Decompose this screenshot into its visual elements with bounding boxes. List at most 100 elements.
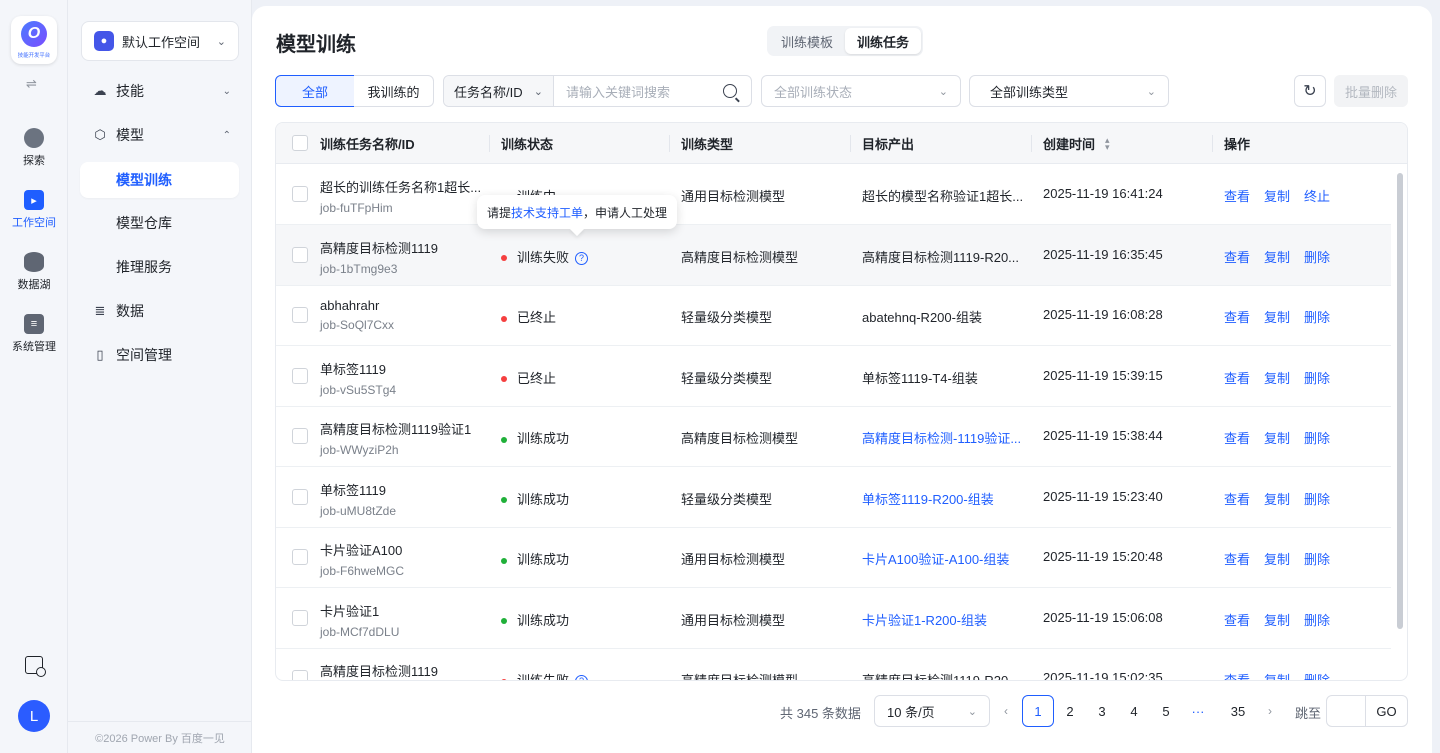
sidebar-item-model[interactable]: ⬡ 模型 ⌃ bbox=[80, 117, 239, 153]
task-name[interactable]: 单标签1119 bbox=[320, 480, 396, 499]
sidebar-item-skill[interactable]: ☁ 技能 ⌄ bbox=[80, 73, 239, 109]
bulk-delete-button[interactable]: 批量删除 bbox=[1334, 75, 1408, 107]
tab-training-task[interactable]: 训练任务 bbox=[845, 28, 922, 54]
view-action[interactable]: 查看 bbox=[1224, 492, 1250, 507]
delete-action[interactable]: 删除 bbox=[1304, 431, 1330, 446]
view-action[interactable]: 查看 bbox=[1224, 552, 1250, 567]
support-ticket-link[interactable]: 技术支持工单 bbox=[511, 204, 583, 221]
tab-training-template[interactable]: 训练模板 bbox=[769, 28, 845, 54]
delete-action[interactable]: 删除 bbox=[1304, 552, 1330, 567]
task-name[interactable]: 超长的训练任务名称1超长... bbox=[320, 177, 481, 196]
row-checkbox[interactable] bbox=[292, 670, 308, 680]
task-name[interactable]: 高精度目标检测1119 bbox=[320, 661, 438, 680]
task-name[interactable]: abhahrahr bbox=[320, 298, 394, 313]
task-name[interactable]: 单标签1119 bbox=[320, 359, 396, 378]
table-row: 高精度目标检测1119 job-1bTmg9e3 训练失败? 高精度目标检测模型 高精度… bbox=[276, 224, 1391, 286]
copy-action[interactable]: 复制 bbox=[1264, 673, 1290, 680]
col-created[interactable]: 创建时间 ▴ ▾ bbox=[1031, 123, 1212, 164]
row-checkbox[interactable] bbox=[292, 428, 308, 444]
output-cell[interactable]: 单标签1119-R200-组装 bbox=[862, 489, 994, 508]
delete-action[interactable]: 删除 bbox=[1304, 613, 1330, 628]
status-dot bbox=[501, 255, 507, 262]
delete-action[interactable]: 删除 bbox=[1304, 492, 1330, 507]
task-name[interactable]: 高精度目标检测1119 bbox=[320, 238, 438, 257]
sidebar-item-space-manage[interactable]: ▯ 空间管理 bbox=[80, 337, 239, 373]
search-field-select[interactable]: 任务名称/ID ⌄ bbox=[444, 76, 554, 106]
go-button[interactable]: GO bbox=[1365, 695, 1408, 727]
page-ellipsis[interactable]: ··· bbox=[1182, 695, 1214, 727]
delete-action[interactable]: 删除 bbox=[1304, 310, 1330, 325]
output-cell[interactable]: 卡片验证1-R200-组装 bbox=[862, 610, 987, 629]
rail-item-workspace[interactable]: ▸ 工作空间 bbox=[0, 190, 68, 230]
jump-page-input[interactable] bbox=[1326, 695, 1366, 727]
help-icon[interactable]: ? bbox=[575, 251, 589, 265]
copy-action[interactable]: 复制 bbox=[1264, 431, 1290, 446]
search-icon[interactable] bbox=[723, 84, 737, 98]
row-checkbox[interactable] bbox=[292, 367, 308, 384]
task-name[interactable]: 高精度目标检测1119验证1 bbox=[320, 419, 471, 438]
page-1[interactable]: 1 bbox=[1022, 695, 1054, 727]
row-checkbox[interactable] bbox=[292, 246, 308, 263]
sidebar-item-inference[interactable]: 推理服务 bbox=[80, 249, 239, 285]
avatar[interactable]: L bbox=[18, 700, 50, 732]
copy-action[interactable]: 复制 bbox=[1264, 250, 1290, 265]
copy-action[interactable]: 复制 bbox=[1264, 552, 1290, 567]
select-all-checkbox[interactable] bbox=[292, 135, 308, 151]
sort-icon[interactable]: ▴ ▾ bbox=[1105, 135, 1110, 151]
refresh-button[interactable]: ↻ bbox=[1294, 75, 1326, 107]
app-logo[interactable]: O 技能开发平台 bbox=[11, 16, 57, 64]
row-checkbox[interactable] bbox=[292, 186, 308, 202]
sidebar-item-model-training[interactable]: 模型训练 bbox=[80, 162, 239, 198]
next-page-icon[interactable]: › bbox=[1260, 695, 1280, 727]
row-checkbox[interactable] bbox=[292, 307, 308, 323]
page-4[interactable]: 4 bbox=[1118, 695, 1150, 727]
view-action[interactable]: 查看 bbox=[1224, 310, 1250, 325]
table-scrollbar[interactable] bbox=[1397, 173, 1403, 629]
view-action[interactable]: 查看 bbox=[1224, 371, 1250, 386]
workspace-select[interactable]: ● 默认工作空间 ⌄ bbox=[81, 21, 239, 61]
switch-icon[interactable]: ⇌ bbox=[26, 76, 37, 92]
rail-item-system[interactable]: ≡ 系统管理 bbox=[0, 314, 68, 354]
view-action[interactable]: 查看 bbox=[1224, 673, 1250, 680]
sidebar-item-data[interactable]: ≣ 数据 bbox=[80, 293, 239, 329]
filter-mine-button[interactable]: 我训练的 bbox=[354, 75, 434, 107]
task-name[interactable]: 卡片验证A100 bbox=[320, 540, 404, 559]
copy-action[interactable]: 复制 bbox=[1264, 189, 1290, 204]
view-action[interactable]: 查看 bbox=[1224, 250, 1250, 265]
view-action[interactable]: 查看 bbox=[1224, 431, 1250, 446]
view-action[interactable]: 查看 bbox=[1224, 189, 1250, 204]
page-size-label: 10 条/页 bbox=[887, 704, 935, 720]
prev-page-icon[interactable]: ‹ bbox=[996, 695, 1016, 727]
page-35[interactable]: 35 bbox=[1222, 695, 1254, 727]
status-filter-select[interactable]: 全部训练状态 ⌄ bbox=[761, 75, 961, 107]
page-size-select[interactable]: 10 条/页 ⌄ bbox=[874, 695, 990, 727]
sidebar-item-model-repo[interactable]: 模型仓库 bbox=[80, 205, 239, 241]
rail-item-datalake[interactable]: 数据湖 bbox=[0, 252, 68, 292]
task-name[interactable]: 卡片验证1 bbox=[320, 601, 399, 620]
copy-action[interactable]: 复制 bbox=[1264, 310, 1290, 325]
delete-action[interactable]: 删除 bbox=[1304, 371, 1330, 386]
stop-action[interactable]: 终止 bbox=[1304, 189, 1330, 204]
output-cell[interactable]: 卡片A100验证-A100-组装 bbox=[862, 549, 1009, 568]
search-input[interactable]: 请输入关键词搜索 bbox=[554, 82, 723, 101]
page-3[interactable]: 3 bbox=[1086, 695, 1118, 727]
copy-action[interactable]: 复制 bbox=[1264, 371, 1290, 386]
page-5[interactable]: 5 bbox=[1150, 695, 1182, 727]
type-filter-select[interactable]: 全部训练类型 ⌄ bbox=[969, 75, 1169, 107]
page-2[interactable]: 2 bbox=[1054, 695, 1086, 727]
view-action[interactable]: 查看 bbox=[1224, 613, 1250, 628]
filter-all-button[interactable]: 全部 bbox=[275, 75, 355, 107]
help-icon[interactable]: ? bbox=[575, 675, 589, 680]
row-checkbox[interactable] bbox=[292, 609, 308, 626]
row-checkbox[interactable] bbox=[292, 488, 308, 505]
delete-action[interactable]: 删除 bbox=[1304, 250, 1330, 265]
delete-action[interactable]: 删除 bbox=[1304, 673, 1330, 680]
chevron-up-icon: ⌃ bbox=[222, 129, 231, 141]
history-icon[interactable] bbox=[25, 656, 46, 677]
copy-action[interactable]: 复制 bbox=[1264, 613, 1290, 628]
output-cell[interactable]: 高精度目标检测-1119验证... bbox=[862, 428, 1021, 447]
row-checkbox[interactable] bbox=[292, 549, 308, 565]
rail-item-explore[interactable]: 探索 bbox=[0, 128, 68, 168]
status-cell: 已终止 bbox=[501, 368, 556, 387]
copy-action[interactable]: 复制 bbox=[1264, 492, 1290, 507]
